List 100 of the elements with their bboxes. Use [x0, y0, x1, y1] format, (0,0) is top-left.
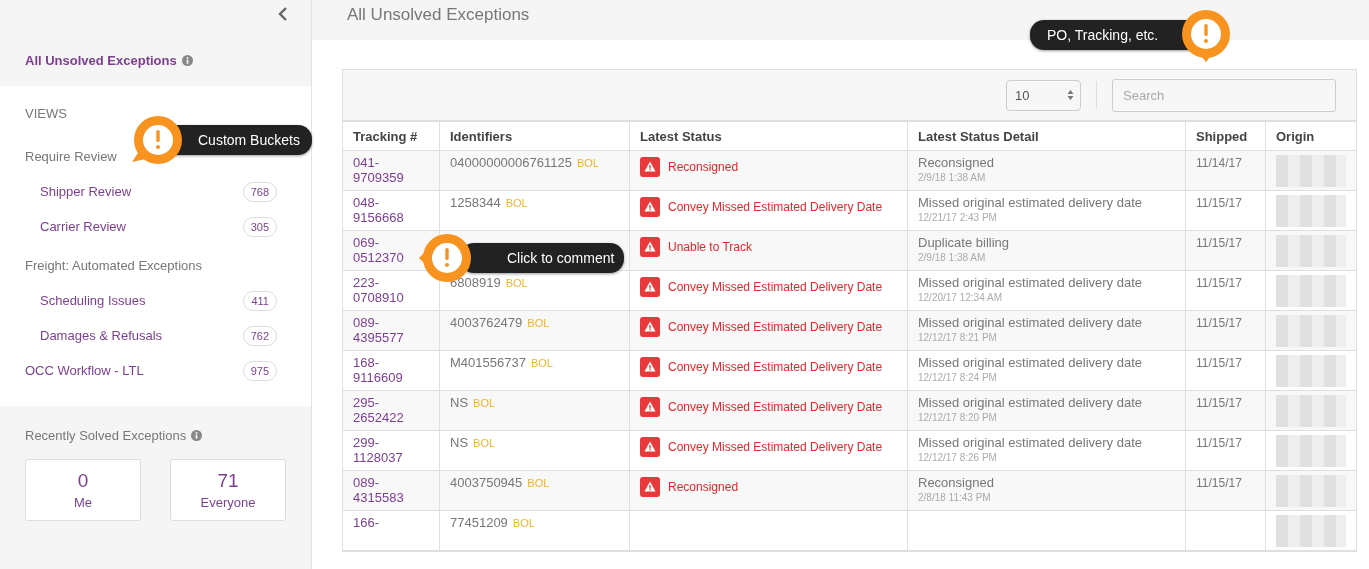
identifier-type: BOL: [505, 197, 528, 209]
status-time: 2/8/18 11:43 PM: [918, 492, 992, 503]
identifier-type: BOL: [527, 477, 550, 489]
status-text: Convey Missed Estimated Delivery Date: [668, 399, 883, 416]
view-group-label: Freight: Automated Exceptions: [25, 258, 204, 273]
status-text: Reconsigned: [668, 479, 739, 496]
search-field[interactable]: Search: [1112, 78, 1336, 112]
page-title: All Unsolved Exceptions: [347, 5, 530, 24]
warning-icon: [640, 197, 660, 217]
view-link[interactable]: Scheduling Issues: [40, 293, 146, 308]
redacted-placeholder: [1276, 235, 1346, 267]
tracking-link[interactable]: 295- 2652422: [353, 395, 404, 425]
collapse-chevron-icon[interactable]: [278, 7, 288, 21]
tracking-link[interactable]: 089- 4395577: [353, 315, 404, 345]
redacted-placeholder: [1276, 155, 1346, 187]
redacted-placeholder: [1276, 315, 1346, 347]
identifier-text: 4003762479: [450, 315, 523, 330]
redacted-placeholder: [1276, 195, 1346, 227]
tracking-link[interactable]: 166-: [353, 515, 380, 530]
identifier-type: BOL: [527, 317, 550, 329]
column-header: Tracking #: [343, 122, 440, 150]
column-header: Latest Status Detail: [908, 122, 1186, 150]
redacted-placeholder: [1276, 475, 1346, 507]
status-text: Convey Missed Estimated Delivery Date: [668, 319, 883, 336]
shipped-date: 11/15/17: [1196, 236, 1242, 250]
page-size-select[interactable]: 10: [1006, 79, 1081, 111]
view-link[interactable]: Damages & Refusals: [40, 328, 163, 343]
status-detail: Missed original estimated delivery date: [918, 315, 1143, 330]
warning-icon: [640, 437, 660, 457]
identifier-text: 04000000006761125: [450, 155, 572, 170]
view-link[interactable]: Carrier Review: [40, 219, 126, 234]
stat-card[interactable]: 71 Everyone: [170, 459, 286, 521]
tracking-link[interactable]: 048- 9156668: [353, 195, 404, 225]
redacted-placeholder: [1276, 355, 1346, 387]
identifier-type: BOL: [512, 517, 535, 529]
warning-icon: [640, 357, 660, 377]
warning-icon: [640, 277, 660, 297]
status-detail: Reconsigned: [918, 475, 995, 490]
status-detail: Missed original estimated delivery date: [918, 435, 1143, 450]
identifier-type: BOL: [576, 157, 599, 169]
stat-value: 71: [217, 470, 239, 492]
column-header: Identifiers: [440, 122, 630, 150]
status-text: Convey Missed Estimated Delivery Date: [668, 359, 883, 376]
column-header: Shipped: [1186, 122, 1266, 150]
status-detail: Duplicate billing: [918, 235, 1011, 250]
column-header: Latest Status: [630, 122, 908, 150]
redacted-placeholder: [1276, 275, 1346, 307]
redacted-placeholder: [1276, 395, 1346, 427]
status-time: 12/12/17 8:21 PM: [918, 332, 998, 343]
status-detail: Missed original estimated delivery date: [918, 355, 1143, 370]
identifier-text: 6808919: [450, 275, 501, 290]
status-text: Reconsigned: [668, 159, 739, 176]
spinner-arrows-icon: [1067, 89, 1074, 101]
status-text: Convey Missed Estimated Delivery Date: [668, 279, 883, 296]
shipped-date: 11/15/17: [1196, 396, 1242, 410]
redacted-placeholder: [1276, 435, 1346, 467]
status-time: 12/12/17 8:26 PM: [918, 452, 998, 463]
warning-icon: [640, 157, 660, 177]
identifier-type: BOL: [473, 437, 496, 449]
view-link[interactable]: Shipper Review: [40, 184, 132, 199]
status-time: 2/9/18 1:38 AM: [918, 172, 987, 183]
identifier-text: 77451209: [450, 515, 508, 530]
shipped-date: 11/15/17: [1196, 436, 1242, 450]
status-text: Convey Missed Estimated Delivery Date: [668, 199, 883, 216]
tracking-link[interactable]: 223- 0708910: [353, 275, 404, 305]
status-detail: Missed original estimated delivery date: [918, 195, 1143, 210]
shipped-date: 11/15/17: [1196, 476, 1242, 490]
info-icon: [181, 55, 193, 66]
status-text: Convey Missed Estimated Delivery Date: [668, 439, 883, 456]
status-time: 2/9/18 1:38 AM: [918, 252, 987, 263]
status-detail: Reconsigned: [918, 155, 995, 170]
stat-card[interactable]: 0 Me: [25, 459, 141, 521]
shipped-date: 11/15/17: [1196, 276, 1242, 290]
status-detail: Missed original estimated delivery date: [918, 275, 1143, 290]
tracking-link[interactable]: 069- 0512370: [353, 235, 404, 265]
tracking-link[interactable]: 168- 9116609: [353, 355, 403, 385]
shipped-date: 11/14/17: [1196, 156, 1242, 170]
identifier-text: 1258344: [450, 195, 501, 210]
identifier-text: NS: [450, 435, 469, 450]
identifier-type: BOL: [530, 357, 553, 369]
column-header: Origin: [1275, 127, 1316, 146]
warning-icon: [640, 317, 660, 337]
identifier-type: BOL: [473, 397, 496, 409]
status-time: 12/12/17 8:20 PM: [918, 412, 998, 423]
view-group-label: Require Review: [25, 149, 118, 164]
tracking-link[interactable]: 299- 1128037: [353, 435, 403, 465]
tracking-link[interactable]: 041- 9709359: [353, 155, 404, 185]
warning-icon: [640, 237, 660, 257]
redacted-placeholder: [1276, 515, 1346, 547]
status-detail: Missed original estimated delivery date: [918, 395, 1143, 410]
warning-icon: [640, 397, 660, 417]
shipped-date: 11/15/17: [1196, 356, 1242, 370]
tracking-link[interactable]: 089- 4315583: [353, 475, 404, 505]
shipped-date: 11/15/17: [1196, 316, 1242, 330]
info-icon: [191, 430, 203, 441]
warning-icon: [640, 477, 660, 497]
recently-solved-heading: Recently Solved Exceptions: [25, 428, 187, 443]
stat-label: Me: [73, 495, 93, 510]
view-link[interactable]: OCC Workflow - LTL: [25, 363, 144, 378]
all-unsolved-exceptions-link[interactable]: All Unsolved Exceptions: [25, 53, 177, 68]
